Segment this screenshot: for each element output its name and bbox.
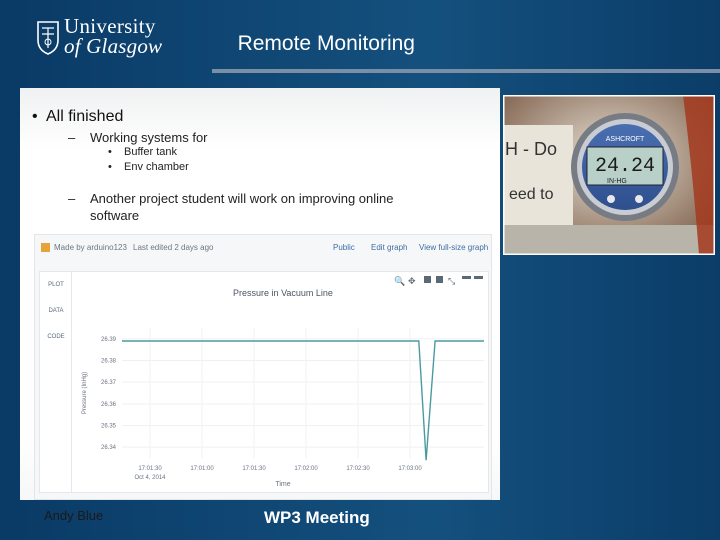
tab-data[interactable]: DATA	[40, 308, 72, 314]
y-tick-label: 26.37	[101, 380, 117, 386]
bullet-text: All finished	[46, 108, 124, 125]
gauge-photo-image: H - Do eed to 24.24 IN-HG ASHCROFT	[503, 95, 715, 255]
university-logo: University of Glasgow	[36, 16, 166, 62]
compare-icon	[462, 276, 471, 279]
university-crest-icon	[37, 21, 59, 55]
series-line	[122, 340, 484, 461]
x-tick-label: 17:02:30	[346, 466, 370, 472]
x-tick-label: 17:01:00	[190, 466, 214, 472]
edit-graph-link[interactable]: Edit graph	[371, 243, 407, 252]
pan-icon: ✥	[408, 277, 416, 287]
zoom-icon: 🔍	[394, 275, 405, 287]
made-by-text: Made by arduino123	[54, 243, 127, 252]
chart-title: Pressure in Vacuum Line	[233, 288, 333, 298]
x-tick-label: 17:03:00	[398, 466, 422, 472]
x-axis-title: Time	[275, 481, 290, 488]
slide-header: University of Glasgow Remote Monitoring	[0, 0, 720, 86]
view-full-size-link[interactable]: View full-size graph	[419, 243, 488, 252]
bullet-dot-icon: •	[108, 146, 112, 158]
plot-area: 🔍 ✥ ⤡ Pressure in Vacuum Line 26.39 26.38 26.3…	[71, 271, 489, 493]
svg-text:24.24: 24.24	[595, 155, 655, 178]
hover-icon	[474, 276, 483, 279]
y-axis-title: Pressure (InHg)	[82, 372, 88, 414]
dash-icon: –	[68, 130, 76, 145]
y-tick-label: 26.35	[101, 424, 117, 430]
zoom-out-icon	[436, 276, 443, 283]
bullet-dot-icon: •	[32, 108, 38, 125]
public-link[interactable]: Public	[333, 243, 355, 252]
dash-icon: –	[68, 191, 76, 206]
graph-side-tabs: PLOT DATA CODE	[39, 271, 73, 493]
sub-bullet-text-continued: software	[90, 208, 140, 223]
sub-bullet-text: Another project student will work on imp…	[90, 191, 394, 206]
graph-toolbar: Made by arduino123 Last edited 2 days ag…	[35, 235, 491, 261]
made-by-label: Made by arduino123	[41, 243, 127, 253]
last-edited-label: Last edited 2 days ago	[133, 243, 214, 252]
sub-bullet-another: – Another project student will work on im…	[68, 190, 408, 224]
footer-meeting-title: WP3 Meeting	[264, 508, 370, 527]
svg-text:ASHCROFT: ASHCROFT	[606, 136, 645, 143]
y-tick-label: 26.39	[101, 337, 117, 343]
list-item: • Env chamber	[108, 161, 189, 173]
y-tick-label: 26.36	[101, 402, 117, 408]
y-tick-label: 26.38	[101, 359, 117, 365]
logo-line2: of Glasgow	[64, 34, 163, 58]
zoom-in-icon	[424, 276, 431, 283]
slide-title: Remote Monitoring	[237, 32, 415, 55]
logo-wordmark: University of Glasgow	[64, 14, 163, 58]
y-tick-label: 26.34	[101, 445, 117, 451]
tab-code[interactable]: CODE	[40, 334, 72, 340]
svg-text:IN-HG: IN-HG	[607, 178, 627, 185]
logo-line1: University	[64, 14, 156, 38]
plotly-graph-screenshot: Made by arduino123 Last edited 2 days ag…	[34, 234, 492, 500]
bullet-all-finished: • All finished	[32, 108, 123, 126]
bullet-dot-icon: •	[108, 161, 112, 173]
plotly-logo-icon	[41, 243, 50, 253]
x-tick-label: 17:01:30	[242, 466, 266, 472]
svg-text:H - Do: H - Do	[505, 139, 557, 159]
list-item: • Buffer tank	[108, 146, 177, 158]
x-tick-label: 17:02:00	[294, 466, 318, 472]
slide-background: University of Glasgow Remote Monitoring …	[0, 0, 720, 540]
sub-bullet-working: – Working systems for	[68, 130, 208, 145]
sub-bullet-text: Working systems for	[90, 130, 208, 145]
tab-plot[interactable]: PLOT	[40, 282, 72, 288]
content-panel: • All finished – Working systems for • Buff…	[20, 88, 500, 500]
pressure-chart: 🔍 ✥ ⤡ Pressure in Vacuum Line 26.39 26.38 26.3…	[82, 275, 484, 488]
autoscale-icon: ⤡	[448, 277, 455, 287]
x-tick-label: 17:01:30	[138, 466, 162, 472]
list-item-label: Env chamber	[124, 161, 189, 173]
pressure-gauge-photo: H - Do eed to 24.24 IN-HG ASHCROFT	[503, 95, 715, 255]
footer-author: Andy Blue	[44, 508, 104, 523]
list-item-label: Buffer tank	[124, 146, 177, 158]
svg-text:eed to: eed to	[509, 186, 554, 203]
x-date-label: Oct 4, 2014	[134, 475, 166, 481]
title-underline	[212, 69, 720, 73]
